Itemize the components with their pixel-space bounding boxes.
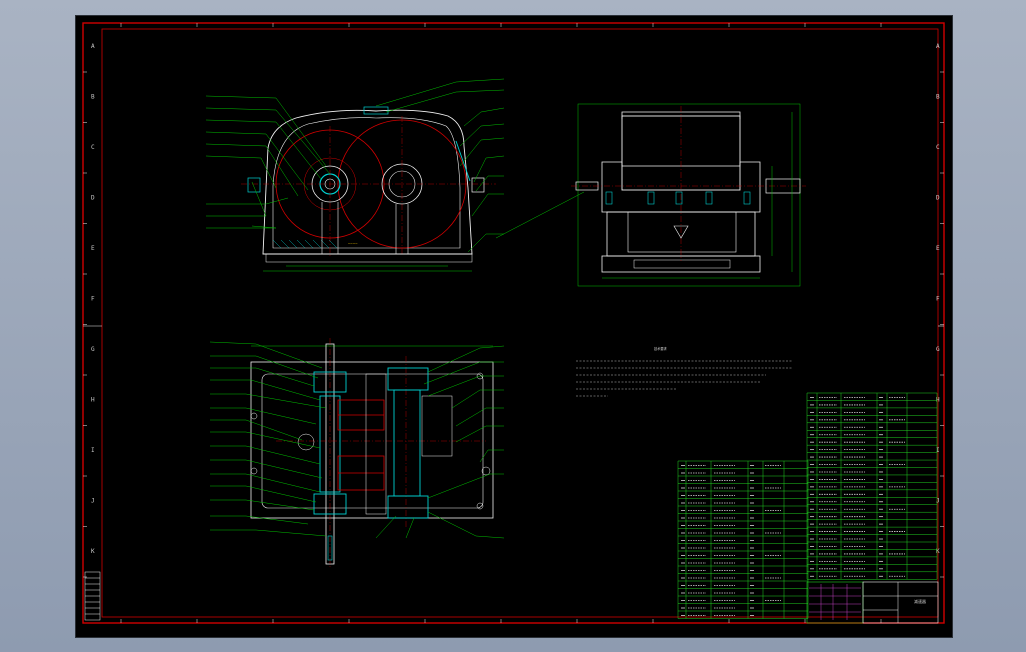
zone-label-left: E	[91, 245, 95, 252]
zone-label-left: D	[91, 195, 95, 202]
zone-label-right: A	[936, 43, 940, 50]
side-view	[495, 103, 806, 287]
zone-label-right: C	[936, 144, 940, 151]
drawing-canvas: A B C D E F G H I J K A B C D E F G H I J K ⚊⚊⚊⚊ 技术要求 减速器	[82, 22, 945, 624]
front-view: ⚊⚊⚊⚊	[205, 78, 505, 272]
zone-ticks	[83, 23, 944, 623]
title-block-text: 减速器	[914, 598, 926, 604]
zone-label-right: B	[936, 94, 940, 101]
sheet-border	[82, 22, 945, 624]
notes-title: 技术要求	[654, 346, 668, 351]
zone-label-left: I	[91, 447, 95, 454]
zone-label-right: H	[936, 397, 940, 404]
zone-label-right: D	[936, 195, 940, 202]
zone-label-right: G	[936, 346, 940, 353]
zone-label-left: B	[91, 94, 95, 101]
top-section-view	[209, 338, 505, 568]
drawing-frame	[101, 28, 939, 618]
zone-label-left: A	[91, 43, 95, 50]
revision-block	[84, 571, 101, 621]
zone-label-right: J	[936, 498, 940, 505]
zone-label-left: H	[91, 397, 95, 404]
zone-label-left: G	[91, 346, 95, 353]
zone-label-left: C	[91, 144, 95, 151]
parts-list-right	[806, 392, 938, 580]
zone-label-left: J	[91, 498, 95, 505]
zone-labels-left: A B C D E F G H I J K	[91, 43, 95, 555]
technical-notes: 技术要求	[576, 346, 792, 397]
cad-viewport[interactable]: A B C D E F G H I J K A B C D E F G H I J K ⚊⚊⚊⚊ 技术要求 减速器	[75, 15, 953, 638]
zone-label-left: F	[91, 296, 95, 303]
zone-label-right: I	[936, 447, 940, 454]
zone-label-right: F	[936, 296, 940, 303]
parts-list-left	[677, 460, 809, 619]
zone-label-right: K	[936, 548, 940, 555]
zone-label-right: E	[936, 245, 940, 252]
zone-label-left: K	[91, 548, 95, 555]
svg-text:⚊⚊⚊⚊: ⚊⚊⚊⚊	[348, 240, 358, 245]
